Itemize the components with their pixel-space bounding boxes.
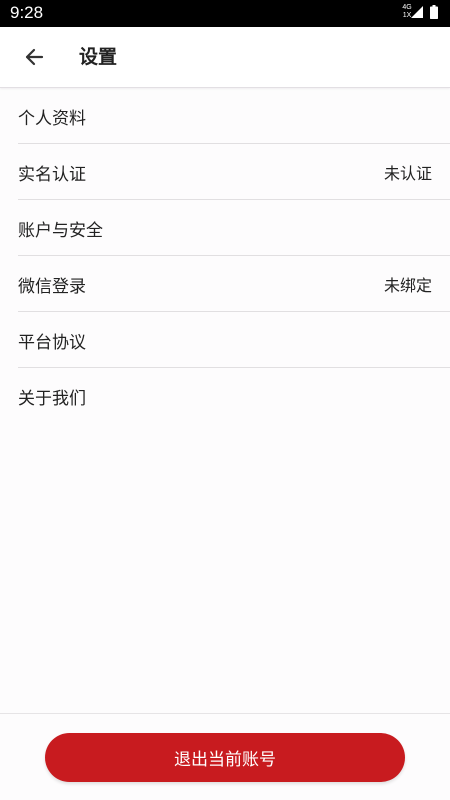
settings-item-label: 平台协议 (18, 332, 86, 353)
verification-status: 未认证 (383, 164, 432, 183)
status-bar: 9:28 4G 1X (0, 0, 450, 27)
back-button[interactable] (14, 39, 54, 75)
settings-item-profile[interactable]: 个人资料 (0, 88, 450, 144)
settings-item-label: 关于我们 (18, 388, 86, 409)
settings-item-label: 微信登录 (18, 276, 86, 297)
footer-divider (0, 713, 450, 714)
status-time: 9:28 (10, 3, 44, 22)
settings-item-about-us[interactable]: 关于我们 (0, 368, 450, 424)
settings-item-verification[interactable]: 实名认证 未认证 (0, 144, 450, 200)
battery-icon (430, 5, 438, 19)
settings-item-label: 实名认证 (18, 164, 86, 185)
settings-list: 个人资料 实名认证 未认证 账户与安全 微信登录 未绑定 平台协议 关于我们 (0, 88, 450, 424)
settings-item-account-security[interactable]: 账户与安全 (0, 200, 450, 256)
settings-item-label: 账户与安全 (18, 220, 103, 241)
signal-icon (411, 6, 423, 18)
settings-screen: 9:28 4G 1X 设置 个人资料 实名认证 未认证 账户与安全 微信登录 未… (0, 0, 450, 800)
page-title: 设置 (79, 46, 118, 68)
logout-button[interactable]: 退出当前账号 (45, 733, 405, 782)
app-header: 设置 (0, 27, 450, 88)
settings-item-wechat-login[interactable]: 微信登录 未绑定 (0, 256, 450, 312)
settings-item-label: 个人资料 (18, 108, 86, 129)
settings-item-platform-agreement[interactable]: 平台协议 (0, 312, 450, 368)
wechat-binding-status: 未绑定 (383, 276, 432, 295)
arrow-left-icon (25, 48, 44, 66)
